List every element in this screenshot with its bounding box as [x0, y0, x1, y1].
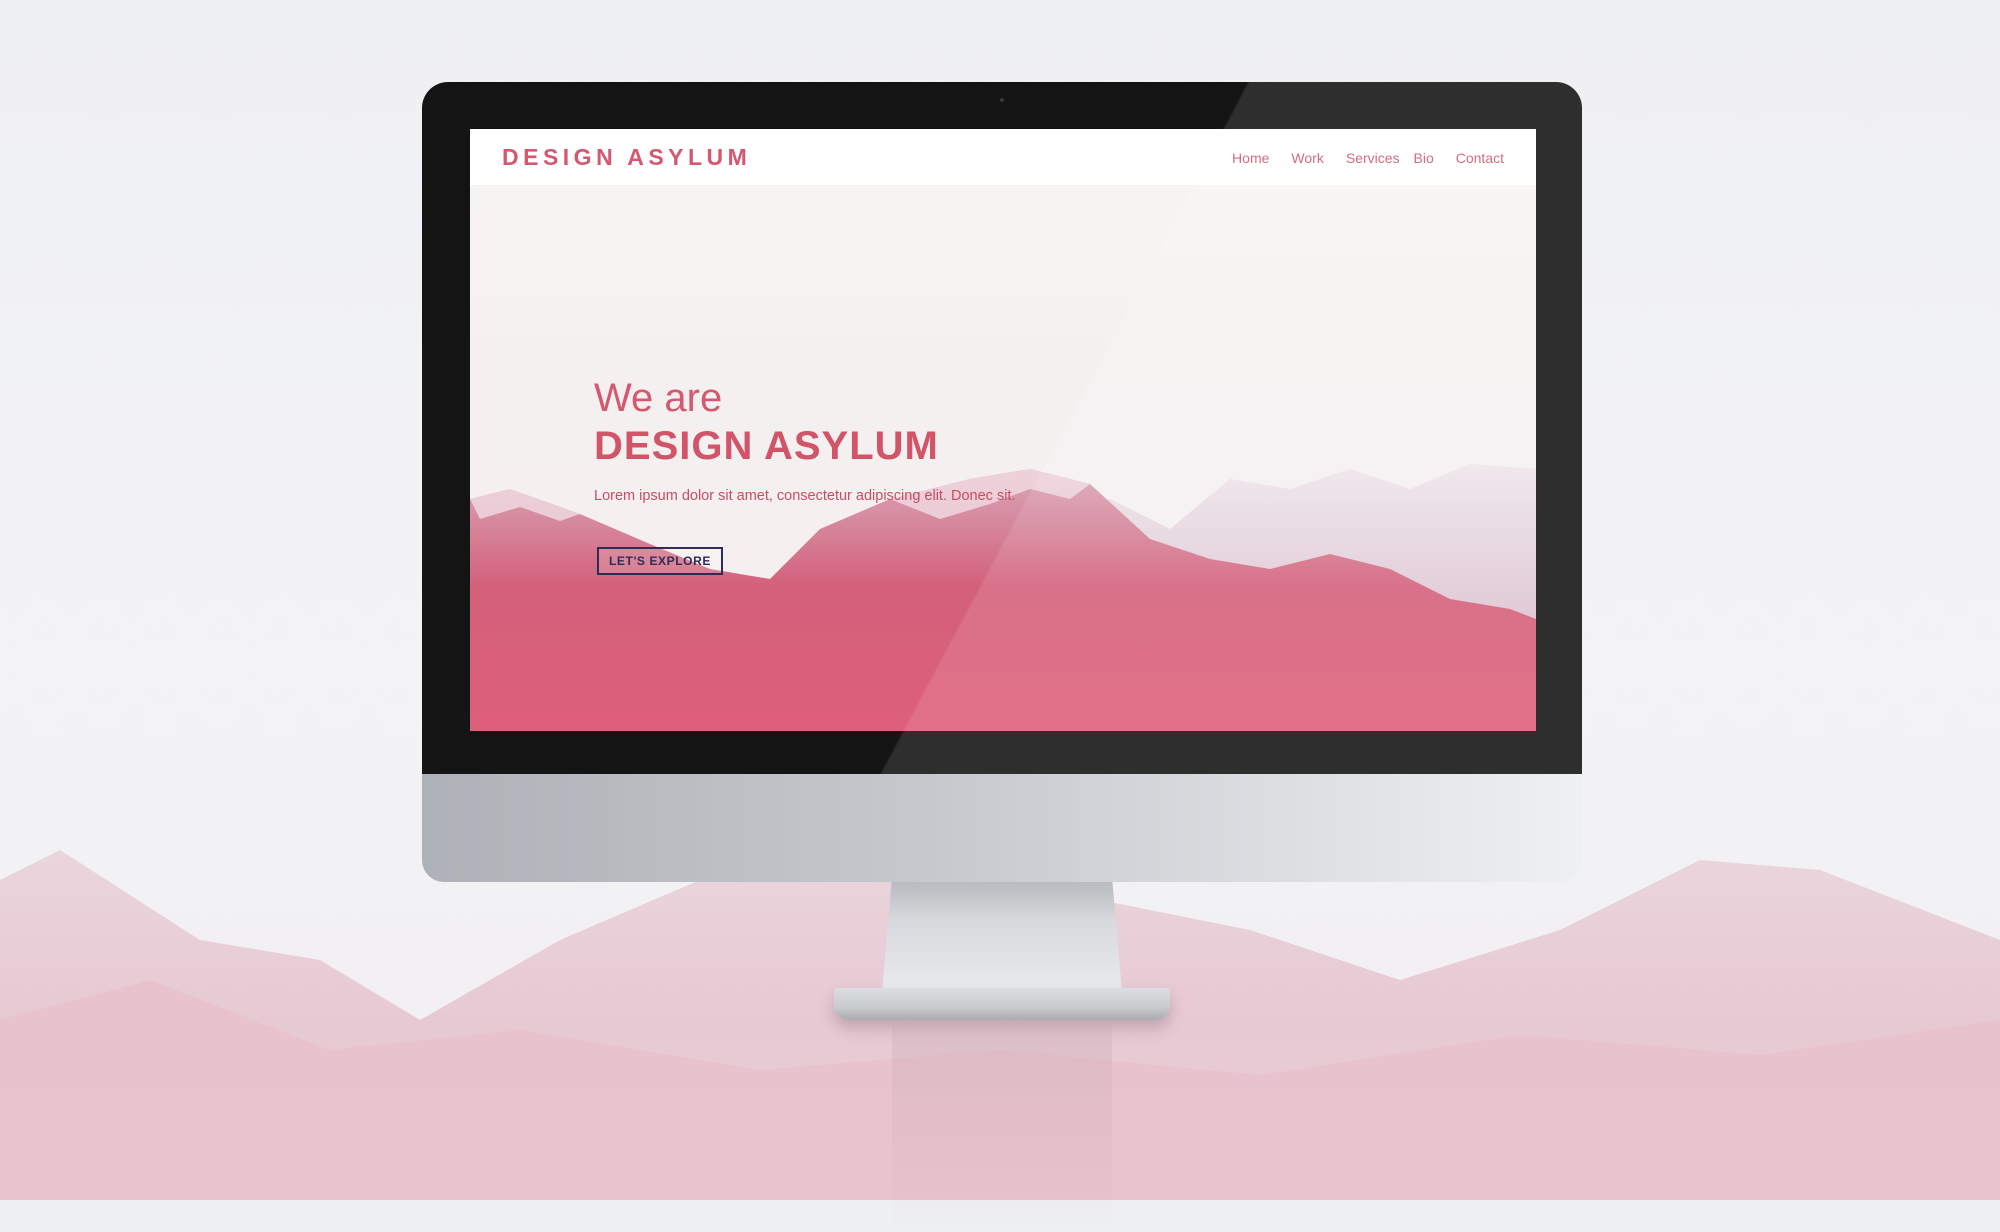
nav-contact[interactable]: Contact [1456, 150, 1504, 166]
hero-subtitle: Lorem ipsum dolor sit amet, consectetur … [594, 488, 1016, 504]
nav-work[interactable]: Work [1291, 150, 1323, 166]
site-logo[interactable]: DESIGN ASYLUM [502, 144, 751, 171]
imac-monitor: DESIGN ASYLUM Home Work Services Bio Con… [422, 82, 1582, 1232]
monitor-bezel: DESIGN ASYLUM Home Work Services Bio Con… [422, 82, 1582, 774]
stand-reflection [892, 1022, 1112, 1232]
website-screen: DESIGN ASYLUM Home Work Services Bio Con… [470, 129, 1536, 731]
lets-explore-button[interactable]: LET'S EXPLORE [597, 547, 723, 575]
site-header: DESIGN ASYLUM Home Work Services Bio Con… [470, 129, 1536, 185]
monitor-chin [422, 774, 1582, 882]
nav-home[interactable]: Home [1232, 150, 1269, 166]
camera [1000, 98, 1004, 102]
main-nav: Home Work Services Bio Contact [1210, 150, 1504, 166]
monitor-stand-base [834, 988, 1170, 1020]
hero-heading-line1: We are [594, 376, 723, 420]
nav-bio[interactable]: Bio [1414, 150, 1434, 166]
hero-text: We are DESIGN ASYLUM Lorem ipsum dolor s… [594, 374, 1016, 504]
monitor-stand [882, 882, 1122, 992]
nav-services[interactable]: Services [1346, 150, 1400, 166]
hero-heading-line2: DESIGN ASYLUM [594, 424, 939, 468]
